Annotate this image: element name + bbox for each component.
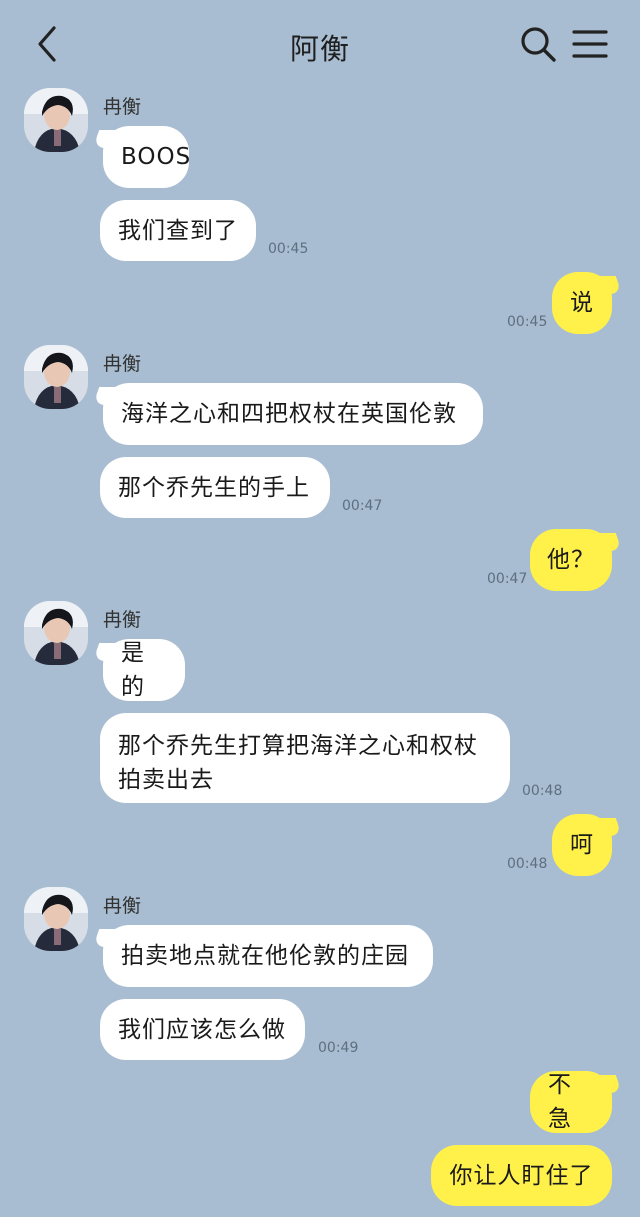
avatar[interactable] — [24, 887, 88, 951]
message-text: 我们查到了 — [118, 217, 238, 244]
avatar[interactable] — [24, 601, 88, 665]
chat-header: 阿衡 — [0, 0, 640, 90]
menu-icon[interactable] — [570, 27, 610, 61]
message-text: 海洋之心和四把权杖在英国伦敦 — [121, 401, 457, 427]
message-bubble-outgoing[interactable]: 说 — [552, 272, 612, 334]
timestamp: 00:48 — [522, 783, 563, 799]
message-bubble-outgoing[interactable]: 不急 — [530, 1071, 612, 1133]
message-bubble-outgoing[interactable]: 你让人盯住了 — [431, 1145, 612, 1206]
timestamp: 00:45 — [268, 241, 309, 257]
message-text: 说 — [570, 290, 594, 316]
message-text: 不急 — [548, 1072, 572, 1132]
message-text: BOOS — [121, 144, 192, 170]
message-text: 你让人盯住了 — [449, 1162, 594, 1189]
message-text: 拍卖地点就在他伦敦的庄园 — [121, 943, 409, 969]
sender-name: 冉衡 — [103, 895, 142, 917]
message-bubble-outgoing[interactable]: 他？ — [530, 529, 612, 591]
message-text: 我们应该怎么做 — [118, 1016, 286, 1043]
sender-name: 冉衡 — [103, 353, 142, 375]
timestamp: 00:48 — [507, 856, 548, 872]
sender-name: 冉衡 — [103, 96, 142, 118]
message-bubble-incoming[interactable]: 拍卖地点就在他伦敦的庄园 — [103, 925, 433, 987]
timestamp: 00:47 — [487, 571, 528, 587]
message-bubble-incoming[interactable]: 我们查到了 — [100, 200, 256, 261]
search-icon[interactable] — [518, 24, 558, 64]
message-bubble-outgoing[interactable]: 呵 — [552, 814, 612, 876]
message-text: 那个乔先生的手上 — [118, 474, 310, 501]
message-bubble-incoming[interactable]: 那个乔先生的手上 — [100, 457, 330, 518]
message-text: 他？ — [547, 547, 595, 573]
message-bubble-incoming[interactable]: 那个乔先生打算把海洋之心和权杖拍卖出去 — [100, 713, 510, 803]
message-bubble-incoming[interactable]: 我们应该怎么做 — [100, 999, 305, 1060]
timestamp: 00:45 — [507, 314, 548, 330]
message-text: 呵 — [570, 832, 594, 858]
sender-name: 冉衡 — [103, 609, 142, 631]
message-bubble-incoming[interactable]: 海洋之心和四把权杖在英国伦敦 — [103, 383, 483, 445]
avatar[interactable] — [24, 88, 88, 152]
avatar[interactable] — [24, 345, 88, 409]
message-bubble-incoming[interactable]: 是的 — [103, 639, 185, 701]
message-text: 那个乔先生打算把海洋之心和权杖拍卖出去 — [118, 733, 478, 793]
message-text: 是的 — [121, 640, 145, 700]
message-bubble-incoming[interactable]: BOOS — [103, 126, 192, 188]
timestamp: 00:49 — [318, 1040, 359, 1056]
timestamp: 00:47 — [342, 498, 383, 514]
